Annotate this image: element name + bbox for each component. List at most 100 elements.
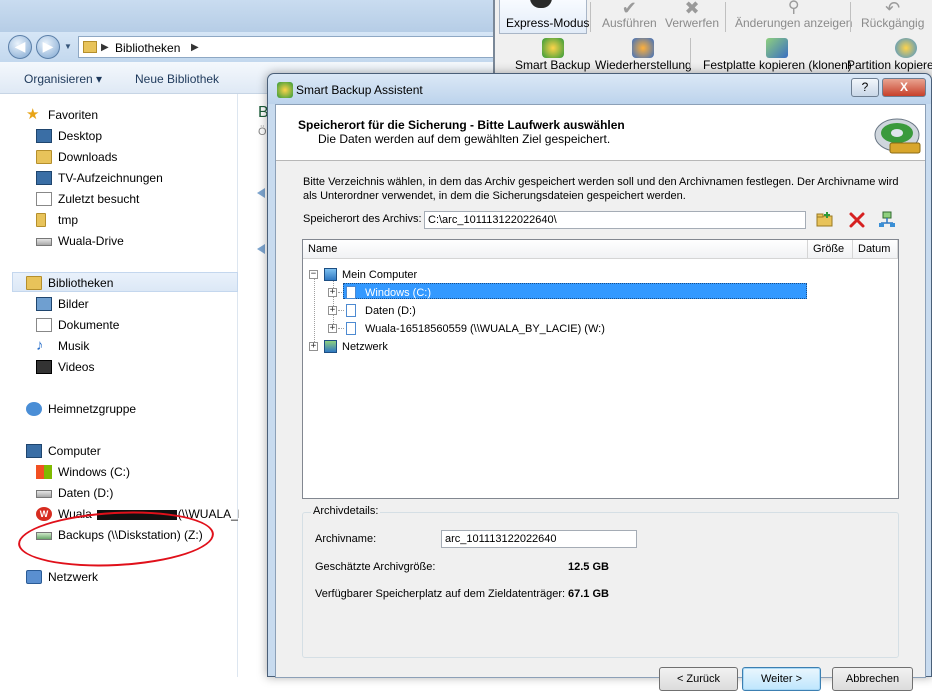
- undo-label: Rückgängig: [861, 16, 925, 30]
- nav-libraries-label: Bibliotheken: [48, 276, 114, 290]
- smart-backup-dialog: Smart Backup Assistent ? X Speicherort f…: [267, 73, 932, 691]
- back-arrow-icon[interactable]: ◀: [8, 35, 32, 59]
- dialog-title: Smart Backup Assistent: [296, 83, 423, 97]
- dialog-title-bar[interactable]: Smart Backup Assistent ? X: [268, 74, 931, 104]
- network-icon: [324, 340, 337, 353]
- nav-selection-highlight: [12, 272, 238, 292]
- expand-toggle-icon[interactable]: +: [328, 324, 337, 333]
- history-dropdown-icon[interactable]: ▼: [64, 42, 72, 51]
- expand-toggle-icon[interactable]: +: [309, 342, 318, 351]
- forward-arrow-icon[interactable]: ▶: [36, 35, 60, 59]
- scroll-arrow-icon: [257, 244, 265, 254]
- toolbar-separator: [850, 2, 851, 32]
- next-button[interactable]: Weiter >: [742, 667, 821, 691]
- express-mode-button[interactable]: Express-Modus: [499, 0, 589, 34]
- network-drive-icon: [36, 238, 52, 246]
- network-share-icon[interactable]: [878, 211, 896, 229]
- wuala-logo-icon: W: [36, 507, 52, 521]
- explorer-address-bar: ◀ ▶ ▼ ▶ Bibliotheken ▶: [0, 32, 500, 62]
- organize-button[interactable]: Organisieren ▾: [24, 72, 102, 86]
- tree-line: [338, 328, 344, 329]
- expand-toggle-icon[interactable]: +: [328, 306, 337, 315]
- app-icon: [277, 82, 293, 98]
- cancel-button[interactable]: Abbrechen: [832, 667, 913, 691]
- show-changes-button[interactable]: ⚲ Änderungen anzeigen: [735, 0, 852, 30]
- libraries-icon: [26, 276, 42, 290]
- location-input[interactable]: C:\arc_101113122022640\: [424, 211, 806, 229]
- tree-node-label: Wuala-16518560559 (\\WUALA_BY_LACIE) (W:…: [365, 323, 605, 335]
- expand-toggle-icon[interactable]: +: [328, 288, 337, 297]
- music-note-icon: ♪: [36, 337, 44, 354]
- column-header-size[interactable]: Größe: [808, 240, 853, 259]
- new-folder-icon[interactable]: [816, 211, 834, 229]
- wizard-header-title: Speicherort für die Sicherung - Bitte La…: [298, 118, 625, 132]
- discard-x-icon: ✖: [684, 0, 700, 18]
- documents-icon: [36, 318, 52, 332]
- column-header-name[interactable]: Name: [303, 240, 808, 259]
- address-input[interactable]: ▶ Bibliotheken ▶: [78, 36, 498, 58]
- new-library-button[interactable]: Neue Bibliothek: [135, 72, 219, 86]
- close-button[interactable]: X: [882, 78, 926, 97]
- toolbar-separator: [690, 38, 691, 68]
- undo-button[interactable]: ↶ Rückgängig: [861, 0, 924, 30]
- nav-favorites-label: Favoriten: [48, 108, 99, 122]
- free-space-value: 67.1 GB: [568, 588, 609, 600]
- windows-drive-icon: [36, 465, 52, 479]
- content-subheading-letter: Ö: [258, 126, 267, 138]
- execute-label: Ausführen: [602, 16, 657, 30]
- tree-line: [338, 310, 344, 311]
- clone-disk-button[interactable]: Festplatte kopieren (klonen): [703, 38, 852, 72]
- checkmark-icon: ✔: [621, 0, 637, 18]
- restore-button[interactable]: Wiederherstellung: [595, 38, 692, 72]
- magnifier-icon: ⚲: [787, 0, 800, 16]
- nav-item-label: tmp: [58, 213, 79, 227]
- toolbar-separator: [590, 2, 591, 32]
- drive-icon: [346, 304, 356, 317]
- nav-item-label: Bilder: [58, 297, 89, 311]
- nav-item-label: Zuletzt besucht: [58, 192, 140, 206]
- nav-computer-label: Computer: [48, 444, 101, 458]
- estimated-size-value: 12.5 GB: [568, 561, 609, 573]
- computer-icon: [324, 268, 337, 281]
- copy-partition-button[interactable]: Partition kopieren: [847, 38, 932, 72]
- drive-icon: [346, 286, 356, 299]
- wizard-header: Speicherort für die Sicherung - Bitte La…: [276, 105, 925, 161]
- free-space-label: Verfügbarer Speicherplatz auf dem Zielda…: [315, 588, 566, 600]
- folder-icon: [36, 213, 46, 227]
- smart-backup-button[interactable]: Smart Backup: [515, 38, 590, 72]
- help-button[interactable]: ?: [851, 78, 879, 97]
- smart-backup-icon: [541, 38, 564, 58]
- delete-icon[interactable]: [848, 211, 866, 229]
- homegroup-icon: [26, 402, 42, 416]
- tree-node-label: Windows (C:): [365, 287, 432, 299]
- execute-button[interactable]: ✔ Ausführen: [602, 0, 657, 30]
- nav-network-label: Netzwerk: [48, 570, 99, 584]
- back-button[interactable]: < Zurück: [659, 667, 738, 691]
- network-icon: [26, 570, 42, 584]
- drive-tree-view[interactable]: Name Größe Datum − Mein Computer + Windo…: [302, 239, 899, 499]
- tree-node-label: Daten (D:): [365, 305, 416, 317]
- express-mode-icon: [530, 0, 552, 8]
- breadcrumb-libraries[interactable]: Bibliotheken: [115, 41, 180, 55]
- hard-drive-icon: [36, 490, 52, 498]
- tree-line: [314, 274, 315, 346]
- nav-item-label: Videos: [58, 360, 95, 374]
- nav-item-label: Musik: [58, 339, 90, 353]
- discard-button[interactable]: ✖ Verwerfen: [665, 0, 719, 30]
- show-changes-label: Änderungen anzeigen: [735, 16, 853, 30]
- tree-node-label: Netzwerk: [342, 341, 388, 353]
- tv-icon: [36, 171, 52, 185]
- recent-places-icon: [36, 192, 52, 206]
- nav-item-label: Desktop: [58, 129, 103, 143]
- undo-arrow-icon: ↶: [885, 0, 901, 18]
- breadcrumb-separator-icon[interactable]: ▶: [101, 42, 109, 53]
- drive-icon: [346, 322, 356, 335]
- nav-item-label: Daten (D:): [58, 486, 114, 500]
- computer-icon: [26, 444, 42, 458]
- tree-line: [333, 274, 334, 328]
- breadcrumb-chevron-icon[interactable]: ▶: [191, 42, 199, 53]
- nav-item-label: Wuala-Drive: [58, 234, 124, 248]
- column-header-date[interactable]: Datum: [853, 240, 898, 259]
- collapse-toggle-icon[interactable]: −: [309, 270, 318, 279]
- archive-name-input[interactable]: arc_101113122022640: [441, 530, 637, 548]
